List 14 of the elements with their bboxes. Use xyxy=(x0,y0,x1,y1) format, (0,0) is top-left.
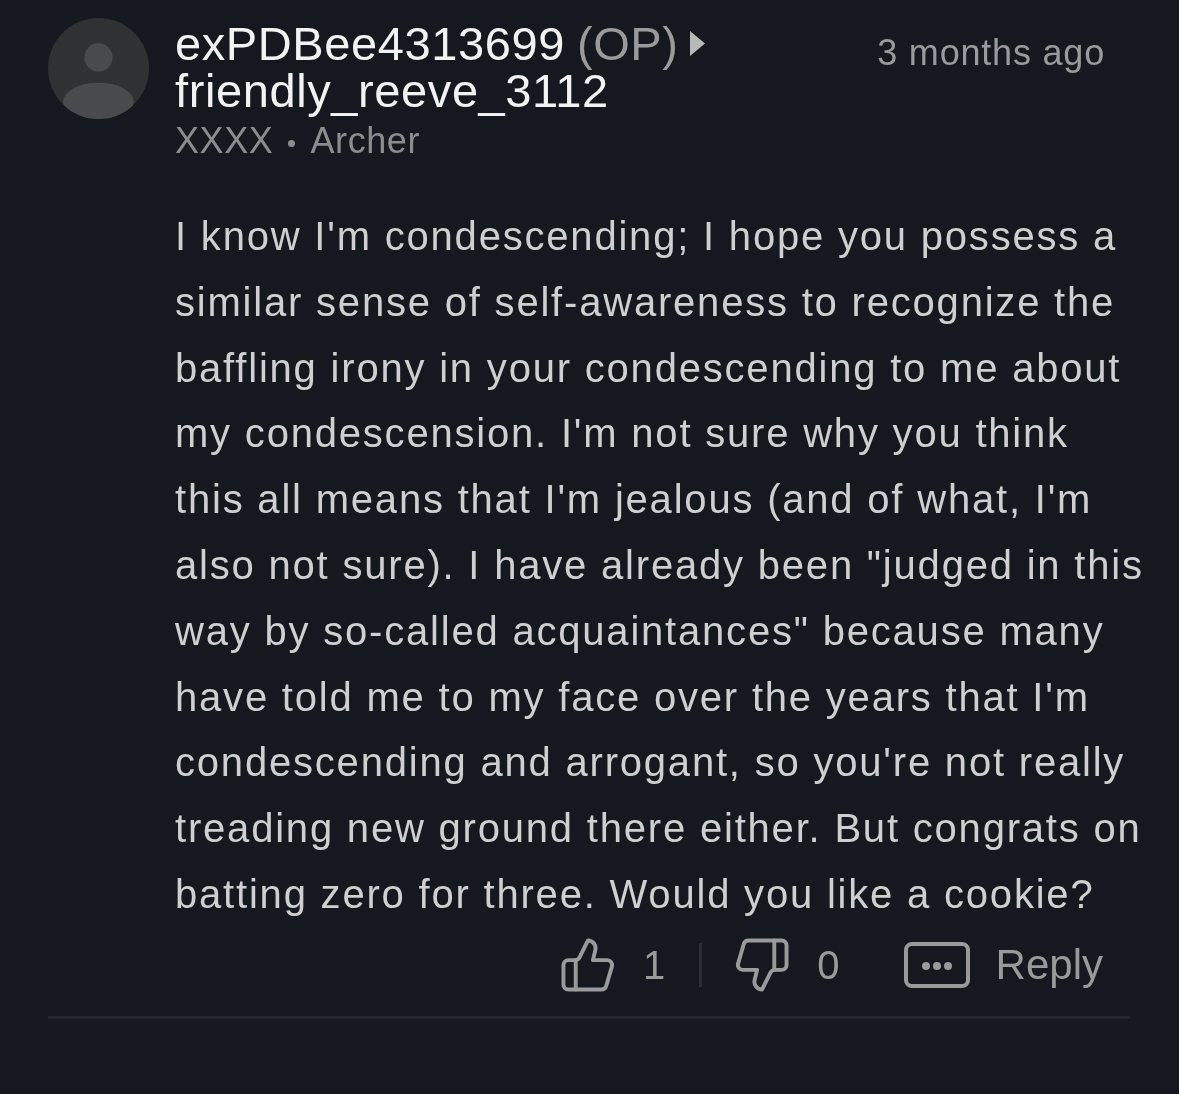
separator-dot-icon xyxy=(288,139,296,147)
dislike-button[interactable]: 0 xyxy=(735,937,840,992)
avatar-icon xyxy=(48,18,149,119)
user-meta: Archer xyxy=(310,120,421,162)
like-button[interactable]: 1 xyxy=(561,937,666,992)
user-meta: XXXX xyxy=(175,120,274,162)
username[interactable]: exPDBee4313699 xyxy=(175,20,565,67)
ellipsis-box-icon xyxy=(903,941,970,988)
comment-text: I know I'm condescending; I hope you possess a similar sense of self-awareness to recognize the baffling irony in your condescending to me about my condescension. I'm not sure why you think this all means that I'm jealous (and of what, I'm also not sure). I have already been "judged in this way by so-called acquaintances" because many have told me to my face over the years that I'm condescending and arrogant, so you're not really treading new ground there either. But congrats on batting zero for three. Would you like a cookie? xyxy=(175,213,1145,918)
timestamp: 3 months ago xyxy=(877,33,1105,73)
thumbs-up-icon xyxy=(561,937,616,992)
caret-icon xyxy=(689,31,705,56)
thumbs-down-icon xyxy=(735,937,790,992)
reply-button[interactable]: Reply xyxy=(903,939,1103,990)
